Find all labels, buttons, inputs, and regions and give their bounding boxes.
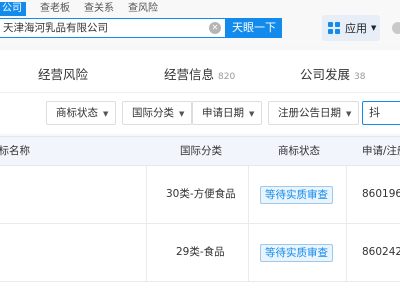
filter-label: 注册公告日期 xyxy=(278,107,341,119)
tab-risk[interactable]: 查风险 xyxy=(128,2,158,16)
tab-relations[interactable]: 查关系 xyxy=(84,2,114,16)
divider xyxy=(146,166,147,223)
filter-bar: 商标状态 ▼ 国际分类 ▼ 申请日期 ▼ 注册公告日期 ▼ 抖 xyxy=(0,92,400,134)
table-header: 商标名称 国际分类 商标状态 申请/注册号 xyxy=(0,136,400,166)
filter-international-class[interactable]: 国际分类 ▼ xyxy=(122,101,193,125)
search-button[interactable]: 天眼一下 xyxy=(226,18,282,38)
chevron-down-icon: ▼ xyxy=(249,110,255,118)
divider xyxy=(146,224,147,281)
filter-label: 国际分类 xyxy=(132,107,174,119)
table-row[interactable]: 30类-方便食品 等待实质审查 860196 xyxy=(0,166,400,224)
trademark-class: 30类-方便食品 xyxy=(166,188,236,200)
registration-number: 860196 xyxy=(362,188,400,200)
column-header-class: 国际分类 xyxy=(180,145,222,157)
trademark-class: 29类-食品 xyxy=(176,246,225,258)
tab-company-development[interactable]: 公司发展 38 xyxy=(300,64,365,83)
avatar[interactable] xyxy=(392,22,400,34)
registration-number: 860242 xyxy=(362,246,400,258)
chevron-down-icon: ▼ xyxy=(103,110,109,118)
tab-company[interactable]: 公司 xyxy=(0,2,26,16)
divider xyxy=(248,166,249,223)
tab-business-risk[interactable]: 经营风险 xyxy=(38,64,88,83)
column-header-status: 商标状态 xyxy=(278,145,320,157)
tab-boss[interactable]: 查老板 xyxy=(40,2,70,16)
search-input[interactable]: 天津海河乳品有限公司 ✕ xyxy=(0,18,226,38)
clear-icon[interactable]: ✕ xyxy=(209,22,221,34)
section-tabs: 经营风险 经营信息 820 公司发展 38 xyxy=(0,50,400,92)
keyword-search-input[interactable]: 抖 xyxy=(362,101,400,125)
page: 公司 查老板 查关系 查风险 天津海河乳品有限公司 ✕ 天眼一下 应用 ▼ 经营… xyxy=(0,0,400,300)
column-header-name: 商标名称 xyxy=(0,145,30,157)
divider xyxy=(248,224,249,281)
filter-registration-date[interactable]: 注册公告日期 ▼ xyxy=(268,101,360,125)
status-badge: 等待实质审查 xyxy=(260,244,333,262)
apps-menu-button[interactable]: 应用 ▼ xyxy=(322,15,380,41)
table-row[interactable]: 29类-食品 等待实质审查 860242 xyxy=(0,224,400,282)
search-input-value: 天津海河乳品有限公司 xyxy=(3,22,108,34)
apps-label: 应用 xyxy=(345,22,367,35)
chevron-down-icon: ▼ xyxy=(179,110,185,118)
tab-count: 820 xyxy=(218,72,236,82)
tab-label: 公司发展 xyxy=(300,67,351,82)
tab-label: 经营信息 xyxy=(164,67,215,82)
status-badge: 等待实质审查 xyxy=(260,186,333,204)
tab-business-info[interactable]: 经营信息 820 xyxy=(164,64,235,83)
filter-label: 商标状态 xyxy=(56,107,98,119)
trademark-table: 商标名称 国际分类 商标状态 申请/注册号 30类-方便食品 等待实质审查 86… xyxy=(0,136,400,300)
filter-trademark-status[interactable]: 商标状态 ▼ xyxy=(46,101,117,125)
divider xyxy=(346,224,347,281)
tab-label: 经营风险 xyxy=(38,67,89,82)
filter-application-date[interactable]: 申请日期 ▼ xyxy=(192,101,263,125)
column-header-reg-no: 申请/注册号 xyxy=(362,145,400,157)
chevron-down-icon: ▼ xyxy=(371,24,377,32)
grid-icon xyxy=(328,22,340,34)
tab-count: 38 xyxy=(354,72,366,82)
chevron-down-icon: ▼ xyxy=(346,110,352,118)
divider xyxy=(346,166,347,223)
filter-label: 申请日期 xyxy=(202,107,244,119)
search-type-tabs: 公司 查老板 查关系 查风险 xyxy=(0,2,172,16)
top-header: 公司 查老板 查关系 查风险 天津海河乳品有限公司 ✕ 天眼一下 应用 ▼ xyxy=(0,0,400,46)
